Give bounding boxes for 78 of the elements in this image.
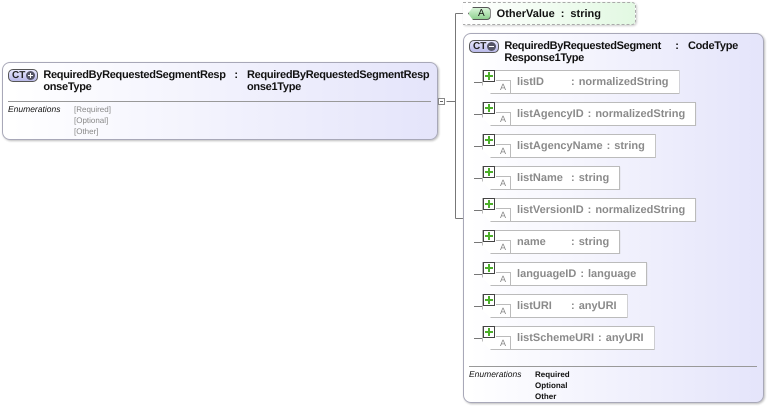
attribute-name: listAgencyID xyxy=(517,108,584,120)
attribute-badge: A xyxy=(496,208,512,222)
type-name: RequiredByRequestedSegmentResponse1Type xyxy=(504,40,662,64)
attribute-type: normalizedString xyxy=(578,76,669,88)
expand-icon[interactable] xyxy=(483,134,495,146)
attribute-type: string xyxy=(578,172,610,184)
attribute-name: OtherValue xyxy=(496,8,555,20)
enumeration-value: [Other] xyxy=(74,126,100,137)
plus-icon[interactable] xyxy=(26,71,36,80)
enumerations-label: Enumerations xyxy=(469,369,522,381)
attribute-node[interactable]: A listVersionID : normalizedString xyxy=(482,198,696,222)
attribute-name: listVersionID xyxy=(517,204,584,216)
attribute-node[interactable]: A listAgencyID : normalizedString xyxy=(482,102,696,126)
attribute-node[interactable]: A listURI : anyURI xyxy=(482,294,628,318)
attribute-type: string xyxy=(578,236,610,248)
expand-icon[interactable] xyxy=(483,166,495,178)
attribute-name: listSchemeURI xyxy=(517,332,594,344)
enumerations-label: Enumerations xyxy=(8,104,62,116)
attribute-type: string xyxy=(614,140,645,152)
attribute-node[interactable]: A name : string xyxy=(482,230,620,254)
attribute-separator: : xyxy=(580,268,584,280)
collapse-icon[interactable] xyxy=(438,98,445,105)
attribute-type: string xyxy=(570,8,601,20)
attribute-node[interactable]: A listName : string xyxy=(482,166,620,190)
expand-icon[interactable] xyxy=(483,198,495,210)
attribute-type: language xyxy=(588,268,636,280)
attribute-name: listName xyxy=(517,172,564,184)
attribute-separator: : xyxy=(571,236,575,248)
attribute-separator: : xyxy=(598,332,602,344)
attribute-node[interactable]: A listID : normalizedString xyxy=(482,70,680,94)
attribute-separator: : xyxy=(571,172,575,184)
attribute-separator: : xyxy=(560,8,564,20)
enumeration-value: Optional xyxy=(535,380,568,391)
base-type: CodeType xyxy=(688,40,739,52)
attribute-type: normalizedString xyxy=(595,204,686,216)
minus-icon[interactable] xyxy=(487,42,496,51)
enumeration-value: [Optional] xyxy=(74,115,110,126)
attribute-separator: : xyxy=(606,140,610,152)
expand-icon[interactable] xyxy=(483,294,495,306)
attribute-type: anyURI xyxy=(606,332,644,344)
type-badge-label: CT xyxy=(473,41,486,52)
attribute-name: listAgencyName xyxy=(517,140,603,152)
expand-icon[interactable] xyxy=(483,262,495,274)
attribute-node[interactable]: A OtherValue : string xyxy=(463,2,636,25)
attribute-separator: : xyxy=(588,108,592,120)
expand-icon[interactable] xyxy=(483,230,495,242)
attribute-badge: A xyxy=(496,240,512,254)
attribute-node[interactable]: A listAgencyName : string xyxy=(482,134,656,158)
attribute-badge: A xyxy=(496,176,512,190)
base-type: RequiredByRequestedSegmentResponse1Type xyxy=(247,69,430,93)
type-name: RequiredByRequestedSegmentResponseType xyxy=(43,69,227,93)
type-badge-label: CT xyxy=(12,70,26,81)
attribute-separator: : xyxy=(571,76,575,88)
attribute-name: listURI xyxy=(517,300,553,312)
attribute-badge: A xyxy=(496,336,512,350)
expand-icon[interactable] xyxy=(483,102,495,114)
attribute-badge: A xyxy=(496,112,512,126)
expand-icon[interactable] xyxy=(483,326,495,338)
enumeration-value: [Required] xyxy=(74,104,111,115)
attribute-badge: A xyxy=(496,304,512,318)
enumeration-value: Other xyxy=(535,391,558,402)
type-separator: : xyxy=(675,40,679,52)
attribute-badge: A xyxy=(468,7,491,20)
attribute-badge: A xyxy=(496,80,512,94)
attribute-badge: A xyxy=(496,144,512,158)
attribute-node[interactable]: A languageID : language xyxy=(482,262,648,286)
enumeration-value: Required xyxy=(535,369,570,380)
attribute-name: languageID xyxy=(517,268,576,280)
attribute-separator: : xyxy=(571,300,575,312)
type-separator: : xyxy=(234,69,238,81)
attribute-separator: : xyxy=(588,204,592,216)
attribute-badge: A xyxy=(496,272,512,286)
expand-icon[interactable] xyxy=(483,70,495,82)
attribute-node[interactable]: A listSchemeURI : anyURI xyxy=(482,326,655,350)
attribute-type: normalizedString xyxy=(595,108,686,120)
attribute-name: listID xyxy=(517,76,545,88)
attribute-type: anyURI xyxy=(578,300,617,312)
attribute-name: name xyxy=(517,236,547,248)
